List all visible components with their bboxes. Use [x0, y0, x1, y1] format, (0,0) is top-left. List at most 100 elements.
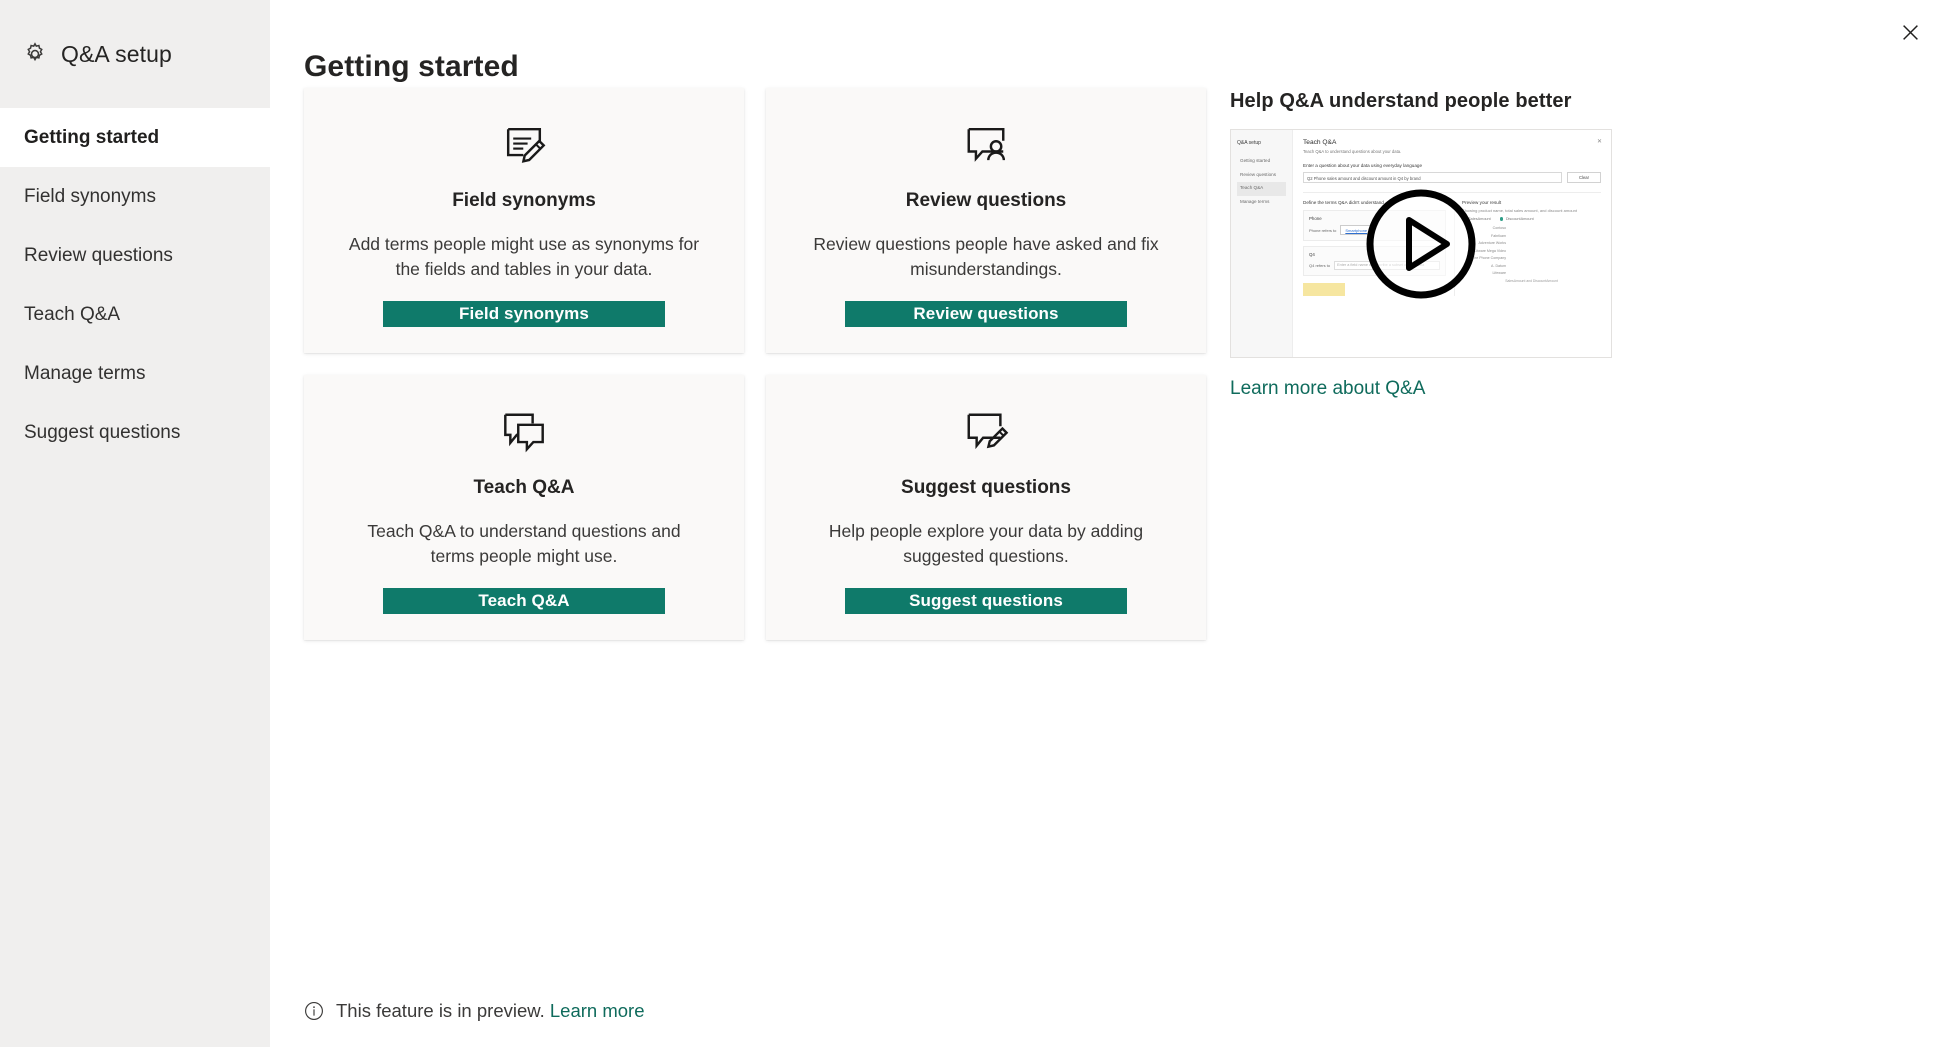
qa-setup-window: Q&A setup Getting started Field synonyms… — [0, 0, 1946, 1047]
video-panel: Help Q&A understand people better Q&A se… — [1230, 88, 1630, 400]
thumbnail-term2-row: Q4 refers to Enter a field name or descr… — [1309, 261, 1441, 270]
chart-legend: SalesAmount DiscountAmount — [1462, 217, 1601, 221]
preview-notice: This feature is in preview. Learn more — [304, 1000, 644, 1022]
thumbnail-clear-button: Clear — [1567, 172, 1601, 183]
thumbnail-nav-item: Getting started — [1240, 158, 1271, 163]
card-title: Suggest questions — [901, 477, 1071, 498]
thumbnail-define-label: Define the terms Q&A didn't understand — [1303, 200, 1384, 205]
card-description: Review questions people have asked and f… — [813, 234, 1159, 280]
card-title: Teach Q&A — [473, 477, 575, 498]
chart-category-label: Litware Mega Video — [1474, 248, 1507, 253]
chart-category-label: The Phone Company — [1472, 256, 1507, 260]
legend-item-sales: SalesAmount — [1462, 217, 1491, 221]
preview-notice-label: This feature is in preview. — [336, 1000, 545, 1021]
thumbnail-term2-card: Q4 Q4 refers to Enter a field name or de… — [1303, 246, 1447, 276]
thumbnail-question-input: Q2 Phone sales amount and discount amoun… — [1303, 172, 1562, 183]
review-questions-button[interactable]: Review questions — [845, 300, 1127, 327]
video-thumbnail[interactable]: Q&A setup Getting started Review questio… — [1230, 129, 1612, 358]
thumbnail-body: ✕ Teach Q&A Teach Q&A to understand ques… — [1293, 130, 1611, 357]
chart-category-label: Contoso — [1492, 226, 1507, 230]
thumbnail-nav-item-selected: Teach Q&A — [1237, 181, 1286, 196]
chart-title: Preview your result — [1462, 200, 1502, 205]
comment-person-icon — [963, 122, 1009, 168]
sidebar-item-getting-started[interactable]: Getting started — [0, 108, 270, 167]
card-suggest-questions: Suggest questions Help people explore yo… — [766, 375, 1206, 640]
learn-more-about-qa-link[interactable]: Learn more about Q&A — [1230, 378, 1425, 400]
thumbnail-split: Define the terms Q&A didn't understand P… — [1303, 192, 1601, 296]
page-title: Getting started — [304, 50, 519, 84]
gear-icon — [22, 41, 48, 67]
thumbnail-sidebar: Q&A setup Getting started Review questio… — [1231, 130, 1293, 357]
field-synonyms-button[interactable]: Field synonyms — [383, 300, 665, 327]
sidebar-item-suggest-questions[interactable]: Suggest questions — [0, 403, 270, 462]
sidebar-title: Q&A setup — [61, 40, 172, 67]
chart-bar-row: A. Datum — [1462, 264, 1601, 268]
legend-item-discount: DiscountAmount — [1499, 217, 1534, 221]
card-field-synonyms: Field synonyms Add terms people might us… — [304, 88, 744, 353]
double-comment-icon — [501, 409, 547, 455]
card-description: Add terms people might use as synonyms f… — [348, 234, 700, 280]
close-icon — [1901, 23, 1920, 42]
sidebar-item-label: Teach Q&A — [24, 303, 121, 325]
sidebar: Q&A setup Getting started Field synonyms… — [0, 0, 270, 1047]
chart-xlabel: SalesAmount and DiscountAmount — [1505, 278, 1558, 283]
thumbnail-define-pane: Define the terms Q&A didn't understand P… — [1303, 200, 1447, 296]
sidebar-item-label: Getting started — [24, 126, 160, 148]
close-button[interactable] — [1888, 12, 1932, 52]
card-title: Review questions — [905, 190, 1067, 211]
sidebar-header: Q&A setup — [0, 0, 270, 108]
content-area: Field synonyms Add terms people might us… — [304, 88, 1946, 640]
chart-bar-row: Contoso — [1462, 226, 1601, 230]
thumbnail-term-label: Phone refers to — [1309, 227, 1337, 233]
sidebar-item-teach-qa[interactable]: Teach Q&A — [0, 285, 270, 344]
sidebar-item-label: Field synonyms — [24, 185, 156, 207]
preview-learn-more-link[interactable]: Learn more — [550, 1000, 645, 1021]
chart-bar-row: Lifeware — [1462, 271, 1601, 275]
sidebar-item-review-questions[interactable]: Review questions — [0, 226, 270, 285]
chart-category-label: Lifeware — [1492, 271, 1507, 275]
thumbnail-input-label: Enter a question about your data using e… — [1303, 163, 1423, 168]
thumbnail-heading: Teach Q&A — [1303, 139, 1337, 146]
thumbnail-screenshot: Q&A setup Getting started Review questio… — [1231, 130, 1611, 357]
note-edit-icon — [501, 122, 547, 168]
teach-qa-button[interactable]: Teach Q&A — [383, 587, 665, 614]
chart-subtitle: Showing product name, total sales amount… — [1462, 208, 1577, 213]
preview-notice-text: This feature is in preview. Learn more — [336, 1000, 644, 1022]
thumbnail-close-icon: ✕ — [1596, 139, 1602, 145]
chart-category-label: Adventure Works — [1478, 241, 1507, 245]
thumbnail-term-row: Phone refers to Smartphone — [1309, 225, 1440, 235]
video-heading: Help Q&A understand people better — [1230, 90, 1572, 112]
chart-bar-row: Fabrikam — [1462, 234, 1601, 238]
chart-bars: Contoso Fabrikam Adventure Works Litware… — [1462, 226, 1601, 275]
sidebar-item-label: Suggest questions — [24, 421, 181, 443]
thumbnail-term-title: Phone — [1309, 216, 1322, 221]
sidebar-item-manage-terms[interactable]: Manage terms — [0, 344, 270, 403]
thumbnail-term-value: Smartphone — [1340, 225, 1373, 235]
thumbnail-highlight — [1303, 283, 1345, 296]
thumbnail-term2-input: Enter a field name or describe a subset … — [1334, 261, 1441, 270]
sidebar-item-field-synonyms[interactable]: Field synonyms — [0, 167, 270, 226]
main-content: Getting started Field synonyms Add terms… — [270, 0, 1946, 1047]
thumbnail-subheading: Teach Q&A to understand questions about … — [1303, 149, 1402, 154]
chart-category-label: A. Datum — [1491, 263, 1507, 268]
sidebar-nav: Getting started Field synonyms Review qu… — [0, 108, 270, 462]
thumbnail-nav-item: Review questions — [1240, 171, 1277, 177]
card-title: Field synonyms — [452, 190, 596, 211]
suggest-questions-button[interactable]: Suggest questions — [845, 587, 1127, 614]
thumbnail-term-card: Phone Phone refers to Smartphone — [1303, 210, 1447, 241]
chart-bar-row: Adventure Works — [1462, 241, 1601, 245]
card-review-questions: Review questions Review questions people… — [766, 88, 1206, 353]
thumbnail-input-row: Q2 Phone sales amount and discount amoun… — [1303, 172, 1601, 183]
thumbnail-chart-pane: Preview your result Showing product name… — [1454, 200, 1601, 296]
thumbnail-term2-title: Q4 — [1309, 252, 1315, 257]
sidebar-item-label: Manage terms — [24, 362, 146, 384]
card-teach-qa: Teach Q&A Teach Q&A to understand questi… — [304, 375, 744, 640]
card-description: Teach Q&A to understand questions and te… — [367, 521, 681, 567]
thumbnail-sidebar-title: Q&A setup — [1237, 140, 1261, 146]
info-circle-icon — [304, 1001, 324, 1021]
thumbnail-nav-item: Manage terms — [1240, 199, 1270, 205]
card-grid: Field synonyms Add terms people might us… — [304, 88, 1206, 640]
thumbnail-term2-label: Q4 refers to — [1309, 263, 1331, 268]
sidebar-item-label: Review questions — [24, 244, 173, 266]
chart-category-label: Fabrikam — [1491, 233, 1507, 238]
